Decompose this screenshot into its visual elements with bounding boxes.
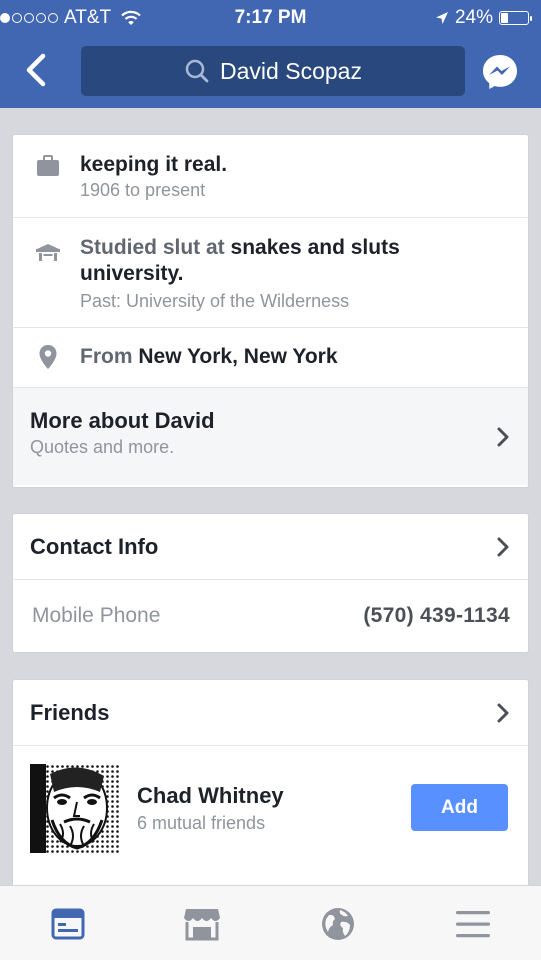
tab-menu[interactable] xyxy=(453,906,493,942)
work-title: keeping it real. xyxy=(80,153,228,176)
add-friend-button[interactable]: Add xyxy=(411,784,508,831)
location-arrow-icon xyxy=(435,12,448,24)
friends-card: Friends Chad Whitney 6 mutual friends Ad… xyxy=(12,679,529,899)
friend-avatar[interactable] xyxy=(30,764,119,853)
contact-info-card: Contact Info Mobile Phone (570) 439-1134 xyxy=(12,513,529,653)
hometown-prefix: From xyxy=(80,345,139,368)
tab-notifications-globe[interactable] xyxy=(318,906,358,942)
tab-marketplace[interactable] xyxy=(182,906,222,942)
more-about-title: More about David xyxy=(30,408,215,433)
status-bar: AT&T 7:17 PM 24% xyxy=(0,0,541,36)
mobile-phone-row[interactable]: Mobile Phone (570) 439-1134 xyxy=(13,580,528,651)
education-prefix: Studied slut at xyxy=(80,236,231,259)
search-icon xyxy=(185,59,209,83)
marketplace-icon xyxy=(184,909,220,941)
back-chevron-icon[interactable] xyxy=(18,50,58,90)
menu-icon xyxy=(456,911,490,938)
hometown-line: From New York, New York xyxy=(80,344,528,370)
hometown-row[interactable]: From New York, New York xyxy=(13,328,528,388)
contact-info-header[interactable]: Contact Info xyxy=(13,514,528,580)
education-past: Past: University of the Wilderness xyxy=(80,291,350,311)
tab-bar xyxy=(0,885,541,960)
chevron-right-icon xyxy=(497,427,509,447)
friend-name[interactable]: Chad Whitney xyxy=(137,783,284,809)
education-line: Studied slut at snakes and sluts univers… xyxy=(80,235,508,287)
battery-icon xyxy=(499,11,532,25)
about-card: keeping it real. 1906 to present Studied… xyxy=(12,134,529,488)
friend-mutual-count: 6 mutual friends xyxy=(137,813,266,833)
tab-news-feed[interactable] xyxy=(48,906,88,942)
education-row[interactable]: Studied slut at snakes and sluts univers… xyxy=(13,218,528,328)
friends-title: Friends xyxy=(30,700,110,725)
friends-header[interactable]: Friends xyxy=(13,680,528,746)
chevron-right-icon xyxy=(497,537,509,557)
school-icon xyxy=(35,240,61,266)
top-bar: AT&T 7:17 PM 24% David Scopaz xyxy=(0,0,541,108)
search-field[interactable]: David Scopaz xyxy=(81,46,465,96)
search-query: David Scopaz xyxy=(220,57,362,84)
location-pin-icon xyxy=(35,344,61,370)
hometown-place: New York, New York xyxy=(138,345,338,368)
more-about-subtitle: Quotes and more. xyxy=(30,437,175,457)
work-row[interactable]: keeping it real. 1906 to present xyxy=(13,135,528,218)
work-dates: 1906 to present xyxy=(80,180,206,200)
messenger-icon[interactable] xyxy=(481,53,519,91)
navigation-row: David Scopaz xyxy=(0,36,541,108)
friend-list-item[interactable]: Chad Whitney 6 mutual friends Add xyxy=(13,746,528,870)
more-about-row[interactable]: More about David Quotes and more. xyxy=(13,388,528,485)
battery-percent: 24% xyxy=(454,7,493,28)
mobile-phone-value[interactable]: (570) 439-1134 xyxy=(363,604,510,628)
status-right: 24% xyxy=(435,7,532,29)
globe-icon xyxy=(322,908,354,940)
contact-info-title: Contact Info xyxy=(30,534,159,559)
briefcase-icon xyxy=(35,153,61,179)
mobile-phone-label: Mobile Phone xyxy=(32,603,161,627)
chevron-right-icon xyxy=(497,703,509,723)
news-feed-icon xyxy=(51,908,85,940)
